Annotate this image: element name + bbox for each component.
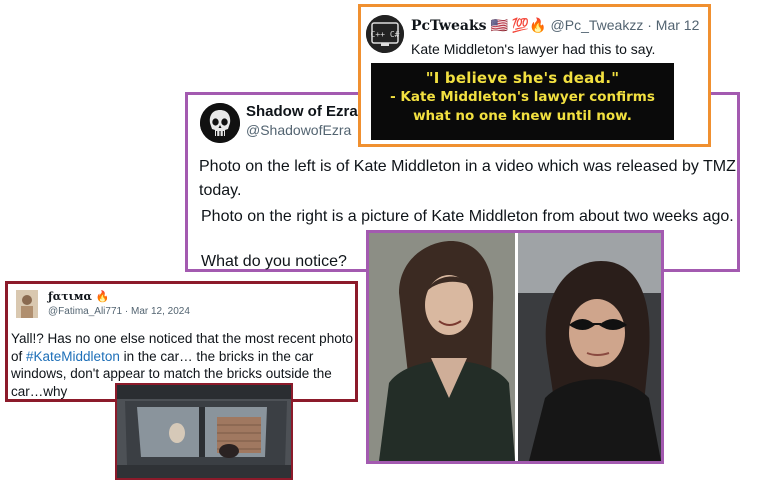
tweet-card-pctweaks: C++ C# PcTweaks 🇺🇸 💯🔥 @Pc_Tweakzz · Mar … — [358, 4, 711, 147]
author-name[interactable]: Shadow of Ezra — [246, 103, 358, 120]
tweet-text-line-1: Photo on the left is of Kate Middleton i… — [199, 158, 736, 199]
separator: · — [124, 306, 129, 317]
comparison-photo[interactable] — [366, 230, 664, 464]
tweet-date[interactable]: Mar 12 — [656, 17, 700, 33]
author-handle[interactable]: @ShadowofEzra — [246, 122, 351, 138]
author-name[interactable]: PcTweaks — [411, 18, 487, 34]
banner-line-3: what no one knew until now. — [413, 108, 632, 124]
tweet-meta: @Fatima_Ali771 · Mar 12, 2024 — [48, 306, 190, 317]
tweet-text-line-2: Photo on the right is a picture of Kate … — [201, 208, 734, 225]
fatima-avatar[interactable] — [16, 290, 38, 318]
svg-text:C++ C#: C++ C# — [371, 30, 400, 39]
tweet-header: PcTweaks 🇺🇸 💯🔥 @Pc_Tweakzz · Mar 12 — [411, 17, 699, 34]
banner-quote: "I believe she's dead." — [425, 69, 620, 87]
author-handle[interactable]: @Fatima_Ali771 — [48, 306, 122, 317]
emoji-badges: 🇺🇸 💯🔥 — [490, 17, 547, 33]
author-name[interactable]: ƒατιмα 🔥 — [48, 290, 109, 303]
pctweaks-logo-avatar[interactable]: C++ C# — [366, 15, 404, 53]
banner-line-2: - Kate Middleton's lawyer confirms — [390, 89, 655, 105]
tweet-date[interactable]: Mar 12, 2024 — [131, 306, 190, 317]
separator: · — [647, 17, 652, 33]
punisher-skull-avatar[interactable] — [200, 103, 240, 143]
quote-image-banner[interactable]: "I believe she's dead." - Kate Middleton… — [371, 63, 674, 140]
tweet-text-line-3: What do you notice? — [201, 253, 347, 270]
tweet-text: Kate Middleton's lawyer had this to say. — [411, 41, 656, 57]
car-window-photo[interactable] — [115, 383, 293, 480]
hashtag-link[interactable]: #KateMiddleton — [26, 349, 120, 364]
author-handle[interactable]: @Pc_Tweakzz — [551, 17, 644, 33]
